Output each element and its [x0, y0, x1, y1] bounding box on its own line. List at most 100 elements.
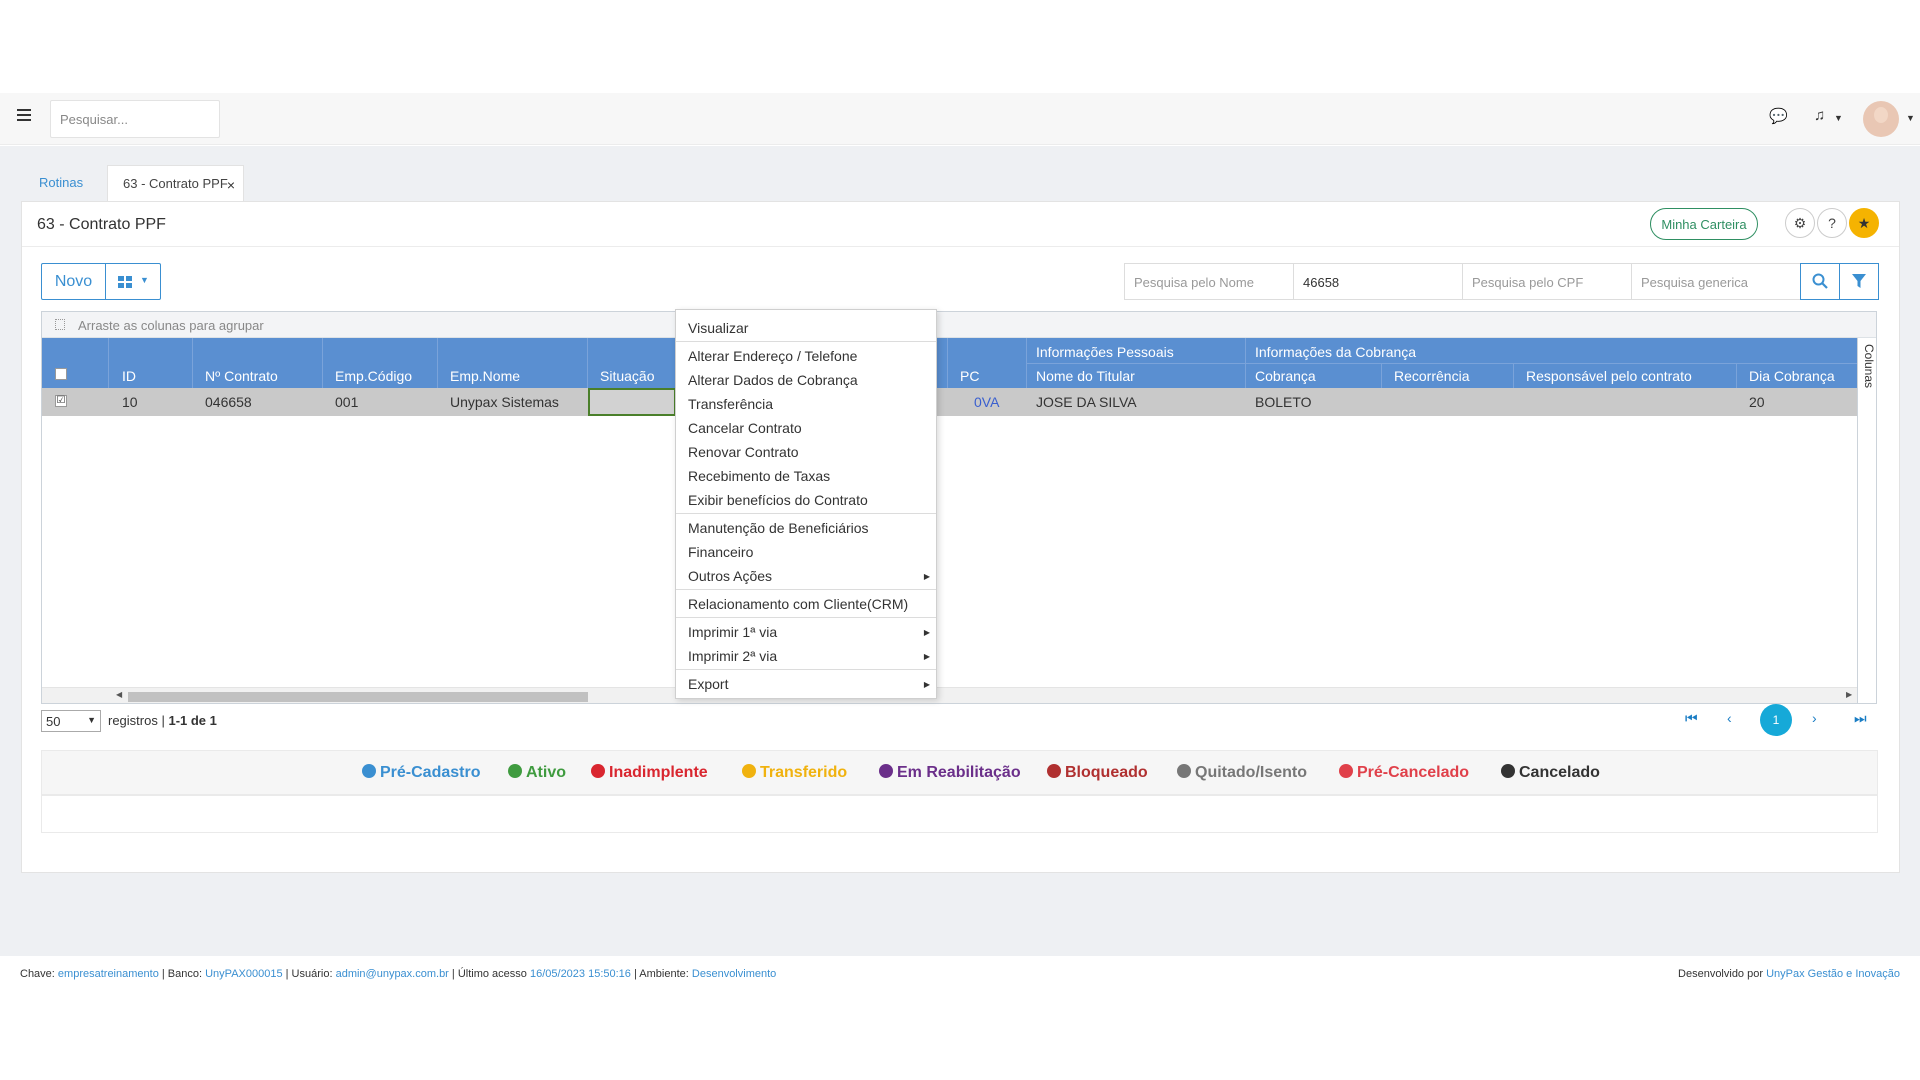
search-input[interactable]: Pesquisar...	[50, 100, 220, 138]
menu-item-cancelar-contrato[interactable]: Cancelar Contrato	[688, 420, 802, 436]
acesso-value: 16/05/2023 15:50:16	[529, 968, 631, 980]
table-row[interactable]: ☑ 10 046658 001 Unypax Sistemas 0VA JOSE…	[42, 388, 1857, 416]
help-icon[interactable]: ?	[1817, 208, 1847, 238]
menu-item-export[interactable]: Export	[688, 676, 728, 692]
menu-icon[interactable]	[17, 109, 31, 121]
grid-header: Informações Pessoais Informações da Cobr…	[42, 338, 1857, 388]
column-dia-cobranca[interactable]: Dia Cobrança	[1749, 368, 1835, 384]
chave-link[interactable]: empresatreinamento	[58, 968, 159, 980]
banco-link[interactable]: UnyPAX000015	[205, 968, 282, 980]
legend-item[interactable]: Pré-Cancelado	[1339, 764, 1469, 782]
search-nome-input[interactable]: Pesquisa pelo Nome	[1124, 263, 1294, 300]
cell-cobranca: BOLETO	[1255, 394, 1312, 410]
horizontal-scrollbar[interactable]: ◀ ▶	[42, 687, 1857, 703]
avatar[interactable]	[1863, 101, 1899, 137]
scroll-left-icon[interactable]: ◀	[116, 690, 122, 699]
next-page-icon[interactable]: ›	[1812, 710, 1817, 726]
tab-rotinas[interactable]: Rotinas	[39, 165, 83, 201]
column-id[interactable]: ID	[122, 368, 136, 384]
menu-item-imprimir-1-via[interactable]: Imprimir 1ª via	[688, 624, 777, 640]
legend-item[interactable]: Cancelado	[1501, 764, 1600, 782]
page-size-select[interactable]: 50 ▼	[41, 710, 101, 732]
menu-item-relacionamento-com-cliente-crm[interactable]: Relacionamento com Cliente(CRM)	[688, 596, 908, 612]
status-icon	[1339, 764, 1353, 778]
search-contrato-input[interactable]: 46658	[1293, 263, 1463, 300]
columns-side-panel[interactable]: Colunas	[1857, 338, 1876, 703]
scrollbar-thumb[interactable]	[128, 692, 588, 702]
menu-item-transferencia[interactable]: Transferência	[688, 396, 773, 412]
column-contrato[interactable]: Nº Contrato	[205, 368, 278, 384]
search-cpf-input[interactable]: Pesquisa pelo CPF	[1462, 263, 1632, 300]
legend-item[interactable]: Ativo	[508, 764, 566, 782]
cell-situacao[interactable]	[588, 388, 676, 416]
column-recorrencia[interactable]: Recorrência	[1394, 368, 1469, 384]
records-info: registros | 1-1 de 1	[108, 713, 217, 728]
page-current[interactable]: 1	[1760, 704, 1792, 736]
chevron-down-icon[interactable]: ▼	[1906, 113, 1915, 123]
submenu-arrow-icon: ▶	[923, 652, 930, 661]
last-page-icon[interactable]: ⏭	[1854, 710, 1867, 727]
legend-label: Cancelado	[1519, 764, 1600, 781]
columns-label: Colunas	[1862, 344, 1876, 389]
context-menu: Visualizar Alterar Endereço / Telefone Alt…	[675, 309, 937, 699]
developer-link[interactable]: UnyPax Gestão e Inovação	[1766, 968, 1900, 980]
menu-item-outros-acoes[interactable]: Outros Ações	[688, 568, 772, 584]
legend-item[interactable]: Em Reabilitação	[879, 764, 1021, 782]
first-page-icon[interactable]: ⏮	[1685, 710, 1698, 727]
menu-item-exibir-beneficios-do-contrato[interactable]: Exibir benefícios do Contrato	[688, 492, 868, 508]
novo-button[interactable]: Novo	[41, 263, 106, 300]
search-button[interactable]	[1800, 263, 1840, 300]
menu-item-alterar-dados-de-cobranca[interactable]: Alterar Dados de Cobrança	[688, 372, 858, 388]
column-cobranca[interactable]: Cobrança	[1255, 368, 1316, 384]
star-icon[interactable]: ★	[1849, 208, 1879, 238]
column-pc[interactable]: PC	[960, 368, 979, 384]
prev-page-icon[interactable]: ‹	[1727, 710, 1732, 726]
search-generica-input[interactable]: Pesquisa generica	[1631, 263, 1801, 300]
legend-item[interactable]: Inadimplente	[591, 764, 708, 782]
layout-dropdown-button[interactable]: ▼	[105, 263, 161, 300]
tab-contrato-ppf[interactable]: 63 - Contrato PPF ×	[107, 165, 244, 201]
divider	[22, 246, 1899, 247]
music-icon[interactable]: ♫	[1814, 107, 1825, 124]
gear-icon[interactable]: ⚙	[1785, 208, 1815, 238]
submenu-arrow-icon: ▶	[923, 680, 930, 689]
legend-item[interactable]: Pré-Cadastro	[362, 764, 480, 782]
close-icon[interactable]: ×	[227, 177, 235, 193]
status-icon	[508, 764, 522, 778]
menu-item-manutencao-de-beneficiarios[interactable]: Manutenção de Beneficiários	[688, 520, 869, 536]
menu-separator	[676, 513, 936, 514]
column-nome-titular[interactable]: Nome do Titular	[1036, 368, 1135, 384]
column-emp-codigo[interactable]: Emp.Código	[335, 368, 412, 384]
menu-item-renovar-contrato[interactable]: Renovar Contrato	[688, 444, 799, 460]
legend-label: Pré-Cancelado	[1357, 764, 1470, 781]
group-header-cobranca: Informações da Cobrança	[1255, 344, 1417, 360]
menu-item-recebimento-de-taxas[interactable]: Recebimento de Taxas	[688, 468, 830, 484]
scroll-right-icon[interactable]: ▶	[1846, 690, 1852, 699]
chat-icon[interactable]: 💬	[1769, 107, 1788, 125]
group-drop-area[interactable]: Arraste as colunas para agrupar	[42, 312, 1876, 338]
usuario-link[interactable]: admin@unypax.com.br	[336, 968, 449, 980]
menu-item-alterar-endereco-telefone[interactable]: Alterar Endereço / Telefone	[688, 348, 857, 364]
search-icon	[1812, 273, 1828, 289]
divider	[587, 338, 588, 388]
minha-carteira-button[interactable]: Minha Carteira	[1650, 208, 1758, 240]
menu-item-financeiro[interactable]: Financeiro	[688, 544, 753, 560]
select-all-checkbox[interactable]	[55, 368, 67, 380]
divider	[1381, 363, 1382, 388]
tab-label: 63 - Contrato PPF	[123, 176, 228, 191]
row-checkbox[interactable]: ☑	[55, 395, 67, 407]
menu-item-imprimir-2-via[interactable]: Imprimir 2ª via	[688, 648, 777, 664]
chevron-down-icon[interactable]: ▼	[1834, 113, 1843, 123]
menu-item-visualizar[interactable]: Visualizar	[688, 320, 748, 336]
legend-item[interactable]: Quitado/Isento	[1177, 764, 1307, 782]
legend-item[interactable]: Bloqueado	[1047, 764, 1148, 782]
grid-icon	[118, 276, 133, 289]
filter-button[interactable]	[1839, 263, 1879, 300]
column-situacao[interactable]: Situação	[600, 368, 654, 384]
group-header-pessoais: Informações Pessoais	[1036, 344, 1174, 360]
column-responsavel[interactable]: Responsável pelo contrato	[1526, 368, 1692, 384]
column-emp-nome[interactable]: Emp.Nome	[450, 368, 520, 384]
legend-item[interactable]: Transferido	[742, 764, 847, 782]
status-icon	[879, 764, 893, 778]
top-bar: Pesquisar... 💬 ♫ ▼ ▼	[0, 93, 1920, 145]
